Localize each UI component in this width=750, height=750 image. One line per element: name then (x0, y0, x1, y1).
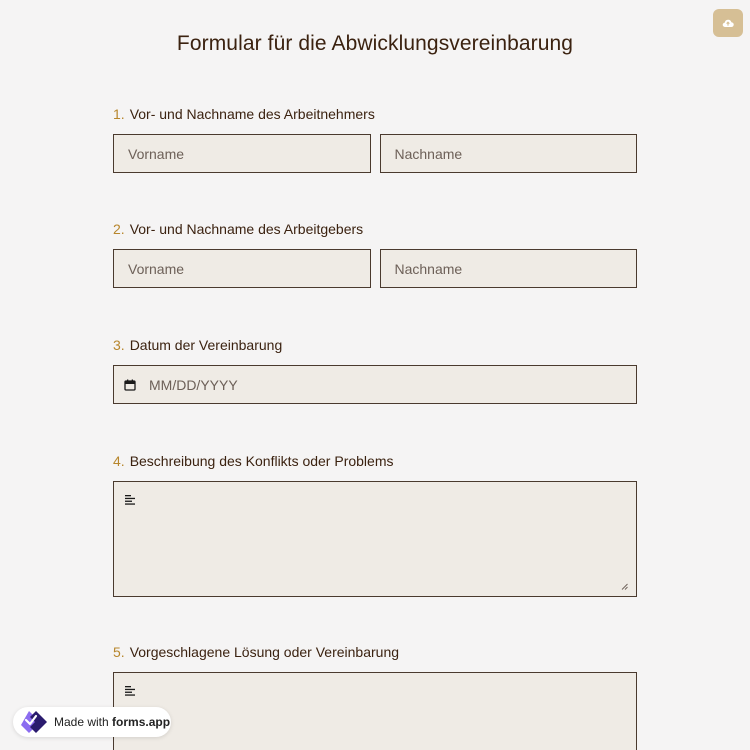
question-text: Vor- und Nachname des Arbeitgebers (129, 221, 364, 237)
name-row: Vorname Nachname (113, 134, 637, 173)
question-number: 5. (113, 644, 125, 660)
date-placeholder: MM/DD/YYYY (149, 376, 238, 393)
proposed-solution-textarea[interactable] (113, 672, 637, 750)
calendar-icon (124, 379, 136, 391)
employer-last-name-input[interactable]: Nachname (379, 249, 637, 288)
form-title: Formular für die Abwicklungsvereinbarung (176, 32, 574, 55)
made-with-forms-app-badge[interactable]: Made with forms.app (13, 707, 171, 737)
question-number: 4. (113, 453, 125, 469)
question-text: Beschreibung des Konflikts oder Problems (129, 453, 394, 469)
badge-brand: forms.app (112, 715, 171, 729)
question-employer-name: 2. Vor- und Nachname des Arbeitgebers Vor… (113, 220, 637, 288)
question-proposed-solution: 5. Vorgeschlagene Lösung oder Vereinbarun… (113, 643, 637, 750)
name-row: Vorname Nachname (113, 249, 637, 288)
employee-first-name-input[interactable]: Vorname (113, 134, 371, 173)
question-label: 5. Vorgeschlagene Lösung oder Vereinbarun… (113, 643, 637, 661)
question-conflict-description: 4. Beschreibung des Konflikts oder Proble… (113, 452, 637, 597)
form-page: Formular für die Abwicklungsvereinbarung… (0, 0, 750, 750)
agreement-date-input[interactable]: MM/DD/YYYY (113, 365, 637, 404)
question-label: 2. Vor- und Nachname des Arbeitgebers (113, 220, 637, 238)
text-lines-icon (125, 686, 136, 696)
question-label: 1. Vor- und Nachname des Arbeitnehmers (113, 105, 637, 123)
cloud-upload-icon (722, 18, 734, 28)
question-agreement-date: 3. Datum der Vereinbarung MM/DD/YYYY (113, 336, 637, 404)
question-text: Vorgeschlagene Lösung oder Vereinbarung (129, 644, 400, 660)
badge-prefix: Made with (54, 715, 109, 729)
text-lines-icon (125, 495, 136, 505)
forms-app-logo-icon (20, 710, 48, 734)
question-text: Vor- und Nachname des Arbeitnehmers (129, 106, 375, 122)
question-employee-name: 1. Vor- und Nachname des Arbeitnehmers Vo… (113, 105, 637, 173)
question-number: 2. (113, 221, 125, 237)
question-number: 3. (113, 337, 125, 353)
question-label: 3. Datum der Vereinbarung (113, 336, 637, 354)
conflict-description-textarea[interactable] (113, 481, 637, 597)
badge-text: Made with forms.app (54, 715, 170, 729)
employer-first-name-input[interactable]: Vorname (113, 249, 371, 288)
question-text: Datum der Vereinbarung (129, 337, 283, 353)
question-label: 4. Beschreibung des Konflikts oder Proble… (113, 452, 637, 470)
resize-handle-icon[interactable] (621, 583, 628, 590)
question-number: 1. (113, 106, 125, 122)
employee-last-name-input[interactable]: Nachname (379, 134, 637, 173)
date-row: MM/DD/YYYY (113, 365, 637, 404)
